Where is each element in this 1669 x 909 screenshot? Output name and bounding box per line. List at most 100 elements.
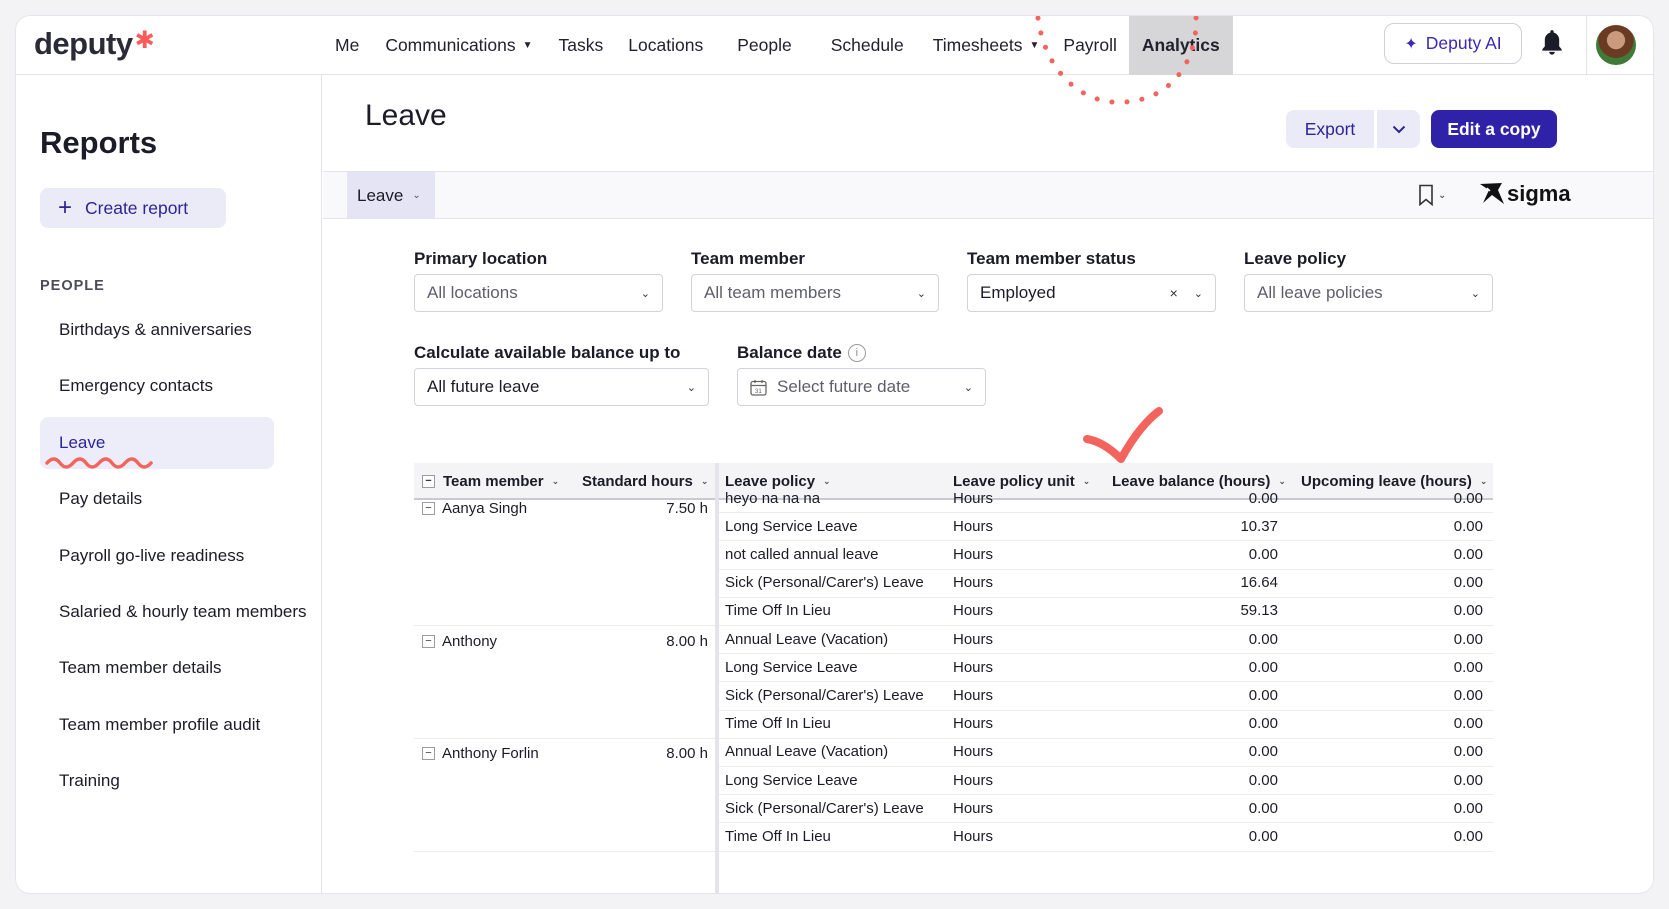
export-button[interactable]: Export [1286, 110, 1374, 148]
sidebar-item-payroll-go-live-readiness[interactable]: Payroll go-live readiness [40, 530, 274, 582]
leave-policy-cell: not called annual leave [725, 545, 879, 563]
nav-item-analytics[interactable]: Analytics [1128, 16, 1233, 75]
leave-balance-cell: 10.37 [1240, 517, 1278, 535]
create-report-button[interactable]: + Create report [40, 188, 226, 228]
chevron-down-icon: ⌄ [686, 381, 696, 394]
leave-policy-cell: Long Service Leave [725, 658, 858, 676]
leave-policy-unit-cell: Hours [953, 743, 994, 761]
embed-page-tab[interactable]: Leave ⌄ [347, 172, 435, 219]
sidebar-item-label: Pay details [59, 489, 143, 509]
leave-policy-unit-cell: Hours [953, 771, 994, 789]
upcoming-leave-cell: 0.00 [1453, 771, 1483, 789]
standard-hours-value: 7.50 h [666, 499, 708, 517]
chevron-down-icon: ⌄ [412, 190, 421, 201]
deputy-logo[interactable]: deputy ✱ [34, 26, 155, 62]
sidebar-item-label: Emergency contacts [59, 376, 214, 396]
sidebar-item-birthdays-anniversaries[interactable]: Birthdays & anniversaries [40, 304, 274, 356]
balance-date-picker[interactable]: 31 Select future date ⌄ [737, 368, 986, 406]
sidebar-item-pay-details[interactable]: Pay details [40, 473, 274, 525]
column-group-divider[interactable] [715, 463, 719, 893]
nav-item-payroll[interactable]: Payroll [1051, 16, 1129, 75]
sidebar-item-label: Salaried & hourly team members [59, 602, 307, 621]
clear-icon[interactable]: × [1170, 285, 1178, 301]
standard-hours-value: 8.00 h [666, 745, 708, 763]
balance-date-placeholder: Select future date [777, 377, 911, 396]
leave-balance-cell: 0.00 [1248, 489, 1278, 507]
edit-a-copy-button[interactable]: Edit a copy [1431, 110, 1557, 148]
calc-balance-label: Calculate available balance up to [414, 343, 681, 362]
info-icon[interactable]: i [847, 344, 866, 362]
notifications-bell-icon[interactable] [1536, 28, 1568, 62]
leave-balance-cell: 16.64 [1240, 574, 1278, 592]
nav-item-label: Payroll [1063, 35, 1117, 55]
team-member-status-select[interactable]: Employed × ⌄ [967, 274, 1216, 312]
upcoming-leave-cell: 0.00 [1453, 658, 1483, 676]
primary-location-value: All locations [427, 283, 518, 302]
calc-balance-select[interactable]: All future leave ⌄ [414, 368, 709, 406]
team-member-select[interactable]: All team members ⌄ [691, 274, 939, 312]
sidebar-item-leave[interactable]: Leave [40, 416, 274, 469]
embed-toolbar: Leave ⌄ ⌄ sigma [323, 171, 1653, 219]
upcoming-leave-cell: 0.00 [1453, 715, 1483, 733]
nav-item-communications[interactable]: Communications ▼ [372, 16, 545, 75]
sidebar-item-team-member-details[interactable]: Team member details [40, 642, 274, 694]
export-options-button[interactable] [1377, 110, 1420, 148]
sidebar-item-label: Training [59, 771, 120, 791]
sidebar-item-training[interactable]: Training [40, 755, 274, 807]
deputy-ai-button[interactable]: ✦ Deputy AI [1384, 23, 1522, 64]
caret-down-icon: ▼ [1029, 40, 1040, 51]
primary-location-select[interactable]: All locations ⌄ [414, 274, 663, 312]
chevron-down-icon: ⌄ [916, 287, 926, 300]
group-team-member: − Anthony Forlin [422, 740, 539, 768]
balance-date-label: Balance date [737, 343, 842, 362]
sidebar-item-emergency-contacts[interactable]: Emergency contacts [40, 360, 274, 412]
sparkle-icon: ✦ [1404, 35, 1418, 53]
sigma-wordmark: sigma [1507, 181, 1571, 206]
upcoming-leave-cell: 0.00 [1453, 743, 1483, 761]
chevron-down-icon [1392, 125, 1405, 133]
group-divider [414, 625, 715, 626]
leave-balance-cell: 0.00 [1248, 743, 1278, 761]
chevron-down-icon: ⌄ [640, 287, 650, 300]
nav-item-timesheets[interactable]: Timesheets ▼ [921, 16, 1052, 75]
header-team-member-label: Team member [443, 473, 544, 490]
leave-policy-cell: Long Service Leave [725, 771, 858, 789]
reports-sidebar: Reports + Create report PEOPLE Birthdays… [16, 75, 322, 893]
topbar-divider [1586, 16, 1587, 75]
leave-balance-cell: 0.00 [1248, 827, 1278, 845]
collapse-group-icon[interactable]: − [422, 634, 435, 648]
leave-policy-unit-cell: Hours [953, 602, 994, 620]
collapse-group-icon[interactable]: − [422, 501, 435, 515]
calc-balance-value: All future leave [427, 377, 540, 396]
chevron-down-icon: ⌄ [963, 381, 973, 394]
leave-policy-cell: Annual Leave (Vacation) [725, 743, 889, 761]
sidebar-item-label: Team member details [59, 658, 222, 678]
collapse-all-icon[interactable]: − [422, 475, 435, 488]
team-member-status-label: Team member status [967, 249, 1136, 268]
leave-policy-select[interactable]: All leave policies ⌄ [1244, 274, 1493, 312]
group-divider [414, 737, 715, 739]
bookmark-icon [1419, 184, 1433, 206]
nav-item-schedule[interactable]: Schedule [814, 16, 921, 75]
leave-policy-unit-cell: Hours [953, 686, 994, 704]
sidebar-item-team-member-profile-audit[interactable]: Team member profile audit [40, 699, 274, 751]
nav-item-people[interactable]: People [715, 16, 814, 75]
upcoming-leave-cell: 0.00 [1453, 686, 1483, 704]
sigma-logo: sigma [1479, 181, 1571, 207]
nav-item-tasks[interactable]: Tasks [546, 16, 617, 75]
nav-item-label: Communications [385, 35, 516, 55]
leave-policy-unit-cell: Hours [953, 715, 994, 733]
leave-policy-label: Leave policy [1244, 249, 1347, 268]
upcoming-leave-cell: 0.00 [1453, 799, 1483, 817]
nav-item-me[interactable]: Me [322, 16, 372, 75]
bookmark-menu[interactable]: ⌄ [1418, 184, 1446, 206]
leave-balance-cell: 59.13 [1240, 602, 1278, 620]
nav-item-locations[interactable]: Locations [616, 16, 715, 75]
logo-text: deputy [34, 26, 133, 61]
user-avatar[interactable] [1596, 25, 1636, 65]
sidebar-item-label: Leave [59, 432, 106, 452]
nav-item-label: Tasks [558, 35, 604, 55]
collapse-group-icon[interactable]: − [422, 747, 435, 761]
logo-mark-icon: ✱ [134, 26, 155, 54]
sidebar-item-salaried-hourly-team-members[interactable]: Salaried & hourly team members [40, 586, 307, 638]
